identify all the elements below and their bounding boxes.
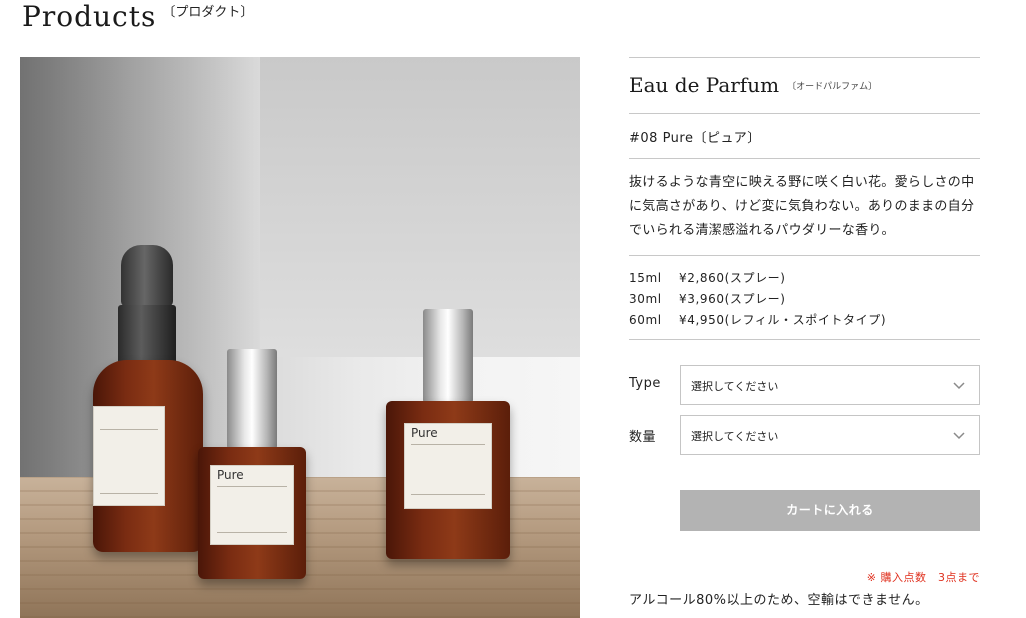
divider [629,255,980,256]
small-bottle-cap [227,349,277,449]
right-bottle: Pure [386,401,510,559]
large-bottle-label [93,406,165,506]
price-value: ¥2,860(スプレー) [679,271,786,285]
price-volume: 30ml [629,292,662,306]
small-bottle-label: Pure [210,465,294,545]
product-photo: Pure Pure [20,57,580,618]
divider [629,339,980,340]
product-variant: #08 Pure〔ピュア〕 [629,131,761,146]
quantity-label: 数量 [629,430,657,445]
type-select[interactable]: 選択してください [680,365,980,405]
price-value: ¥4,950(レフィル・スポイトタイプ) [679,313,887,327]
quantity-select-value: 選択してください [691,430,779,443]
add-to-cart-button[interactable]: カートに入れる [680,490,980,531]
page-title-jp: 〔プロダクト〕 [162,5,254,20]
dropper-collar [118,305,176,365]
product-name: Eau de Parfum 〔オードパルファム〕 [629,73,877,97]
purchase-limit-note: ※ 購入点数 3点まで [866,571,980,584]
small-bottle: Pure [198,447,306,579]
price-row: 15ml ¥2,860(スプレー) [629,268,886,289]
price-list: 15ml ¥2,860(スプレー) 30ml ¥3,960(スプレー) 60ml ¥4… [629,268,886,331]
divider [629,57,980,58]
price-value: ¥3,960(スプレー) [679,292,786,306]
photo-wall [260,57,580,357]
price-row: 30ml ¥3,960(スプレー) [629,289,886,310]
product-name-jp: 〔オードパルファム〕 [787,82,878,92]
quantity-select[interactable]: 選択してください [680,415,980,455]
chevron-down-icon [953,382,965,390]
type-field: Type 選択してください [629,365,980,405]
shipping-note: アルコール80%以上のため、空輸はできません。 [629,593,929,608]
large-bottle [93,360,203,552]
divider [629,158,980,159]
chevron-down-icon [953,432,965,440]
divider [629,113,980,114]
page-title: Products [22,0,157,33]
type-select-value: 選択してください [691,380,779,393]
type-label: Type [629,376,661,391]
product-description: 抜けるような青空に映える野に咲く白い花。愛らしさの中に気高さがあり、けど変に気負… [629,175,975,238]
dropper-bulb [121,245,173,307]
page-heading: Products 〔プロダクト〕 [22,0,253,40]
product-name-en: Eau de Parfum [629,73,780,97]
price-volume: 60ml [629,313,662,327]
price-row: 60ml ¥4,950(レフィル・スポイトタイプ) [629,310,886,331]
quantity-field: 数量 選択してください [629,415,980,455]
right-bottle-label: Pure [404,423,492,509]
price-volume: 15ml [629,271,662,285]
right-bottle-cap [423,309,473,403]
